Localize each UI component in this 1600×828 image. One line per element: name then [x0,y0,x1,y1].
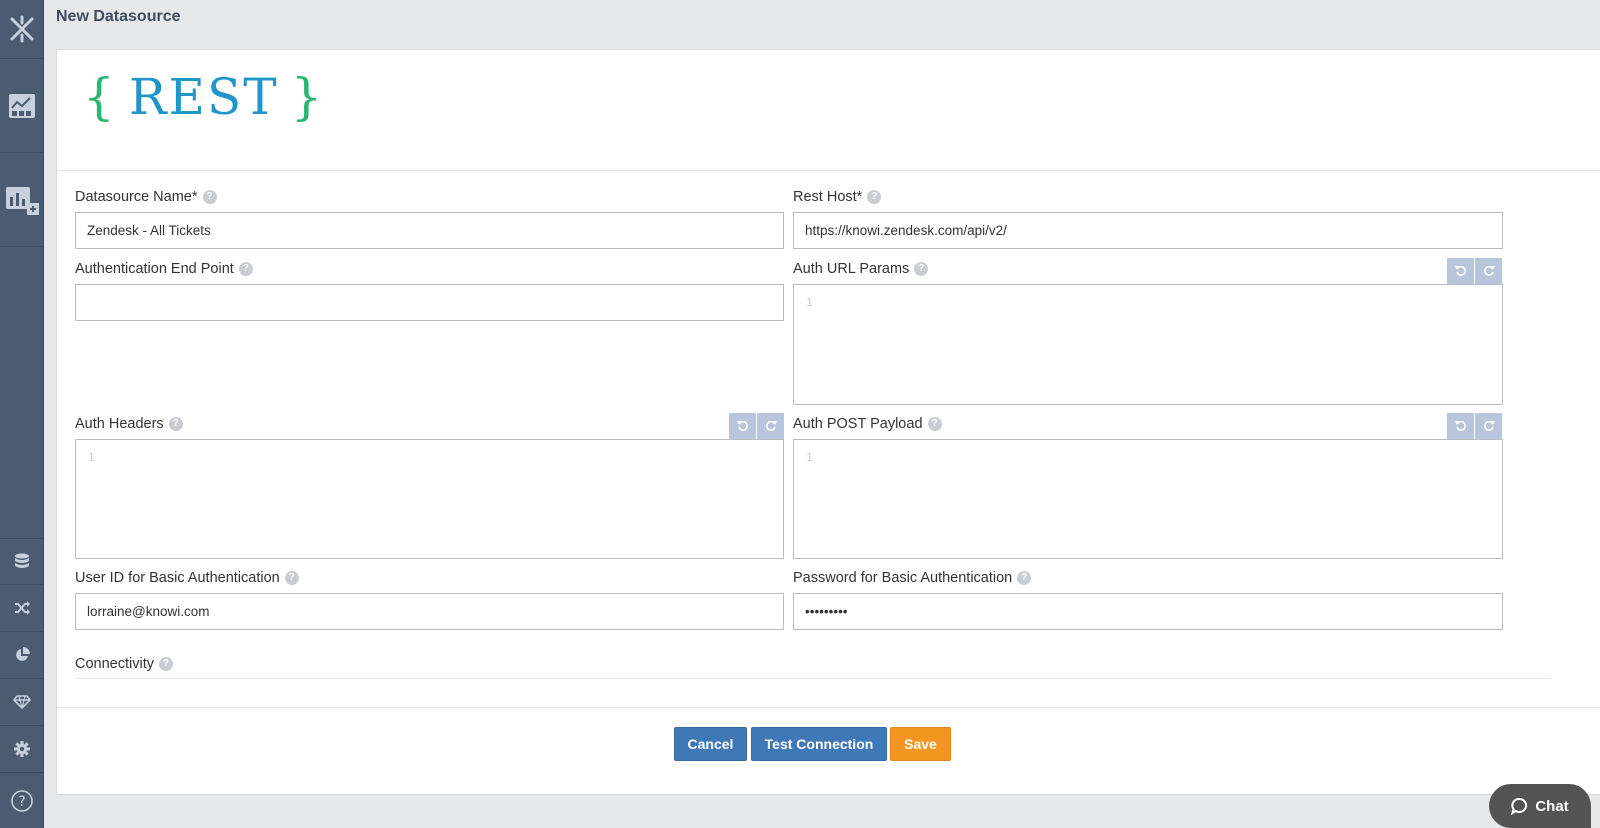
user-id-input[interactable]: lorraine@knowi.com [75,593,784,630]
header: New Datasource [44,0,1600,36]
user-id-label: User ID for Basic Authentication? [75,570,299,586]
cancel-button[interactable]: Cancel [674,727,747,761]
logo-open-brace: { [83,68,117,126]
help-icon[interactable]: ? [238,262,253,276]
help-icon: ? [10,789,33,812]
redo-button[interactable] [1475,258,1502,284]
sidebar-item-queries[interactable] [0,585,43,632]
rest-host-label: Rest Host*? [793,189,882,205]
help-icon[interactable]: ? [284,571,299,585]
auth-url-params-editor[interactable]: 1 [793,284,1503,405]
undo-button[interactable] [1447,413,1474,439]
knowi-logo-icon [10,15,33,43]
divider [75,678,1551,679]
undo-button[interactable] [729,413,756,439]
sidebar-item-widgets[interactable] [0,632,43,679]
auth-post-payload-editor[interactable]: 1 [793,439,1503,559]
auth-headers-editor[interactable]: 1 [75,439,784,559]
sidebar-item-home[interactable] [0,0,43,59]
rest-host-input[interactable]: https://knowi.zendesk.com/api/v2/ [793,212,1503,249]
auth-post-payload-label-text: Auth POST Payload [793,416,923,432]
auth-headers-history [729,413,785,439]
undo-icon [736,420,748,431]
auth-post-payload-label: Auth POST Payload? [793,416,942,432]
sidebar-item-help[interactable]: ? [0,773,43,828]
connectivity-label-text: Connectivity [75,656,154,672]
password-label-text: Password for Basic Authentication [793,570,1013,586]
auth-headers-label: Auth Headers? [75,416,183,432]
chat-bubble-icon [1511,797,1528,815]
logo-area: {REST} [57,50,1600,171]
add-widget-icon [5,186,39,215]
help-icon[interactable]: ? [168,417,183,431]
datasource-name-input[interactable]: Zendesk - All Tickets [75,212,784,249]
redo-icon [1483,265,1495,276]
auth-end-point-label-text: Authentication End Point [75,261,234,277]
auth-end-point-label: Authentication End Point? [75,261,253,277]
datasource-form-panel: {REST} Datasource Name*? Zendesk - All T… [56,49,1600,795]
dashboard-icon [8,93,35,118]
help-icon[interactable]: ? [202,190,217,204]
line-number: 1 [806,451,813,464]
redo-icon [765,420,777,431]
logo-word: REST [128,68,279,126]
chat-label: Chat [1535,797,1569,815]
sidebar-item-add-widget[interactable] [0,153,43,247]
help-icon[interactable]: ? [927,417,942,431]
shuffle-icon [14,601,30,615]
sidebar-item-datasources[interactable] [0,538,43,585]
line-number: 1 [88,451,95,464]
undo-icon [1454,420,1466,431]
save-button[interactable]: Save [890,727,951,761]
help-icon[interactable]: ? [867,190,882,204]
svg-text:?: ? [18,794,25,810]
sidebar-item-settings[interactable] [0,726,43,773]
password-input[interactable]: ••••••••• [793,593,1503,630]
help-icon[interactable]: ? [914,262,929,276]
sidebar: ? [0,0,44,828]
database-icon [14,553,29,568]
sidebar-item-premium[interactable] [0,679,43,726]
rest-host-label-text: Rest Host* [793,189,863,205]
auth-url-params-label: Auth URL Params? [793,261,929,277]
redo-button[interactable] [1475,413,1502,439]
page-title: New Datasource [56,8,181,25]
auth-headers-label-text: Auth Headers [75,416,164,432]
undo-button[interactable] [1447,258,1474,284]
help-icon[interactable]: ? [1017,571,1032,585]
line-number: 1 [806,296,813,309]
password-label: Password for Basic Authentication? [793,570,1032,586]
auth-url-params-history [1447,258,1503,284]
auth-end-point-input[interactable] [75,284,784,321]
redo-icon [1483,420,1495,431]
sidebar-item-dashboards[interactable] [0,59,43,153]
datasource-name-label-text: Datasource Name* [75,189,198,205]
user-id-label-text: User ID for Basic Authentication [75,570,280,586]
divider [57,707,1600,708]
diamond-icon [12,695,31,709]
rest-logo: {REST} [83,68,324,126]
pie-chart-icon [15,647,30,661]
connectivity-label[interactable]: Connectivity? [75,656,173,672]
help-icon[interactable]: ? [158,657,173,671]
test-connection-button[interactable]: Test Connection [751,727,887,761]
logo-close-brace: } [290,68,325,126]
auth-url-params-label-text: Auth URL Params [793,261,910,277]
chat-button[interactable]: Chat [1489,784,1591,828]
undo-icon [1454,265,1466,276]
datasource-name-label: Datasource Name*? [75,189,217,205]
auth-post-payload-history [1447,413,1503,439]
redo-button[interactable] [757,413,784,439]
gear-icon [13,741,30,757]
